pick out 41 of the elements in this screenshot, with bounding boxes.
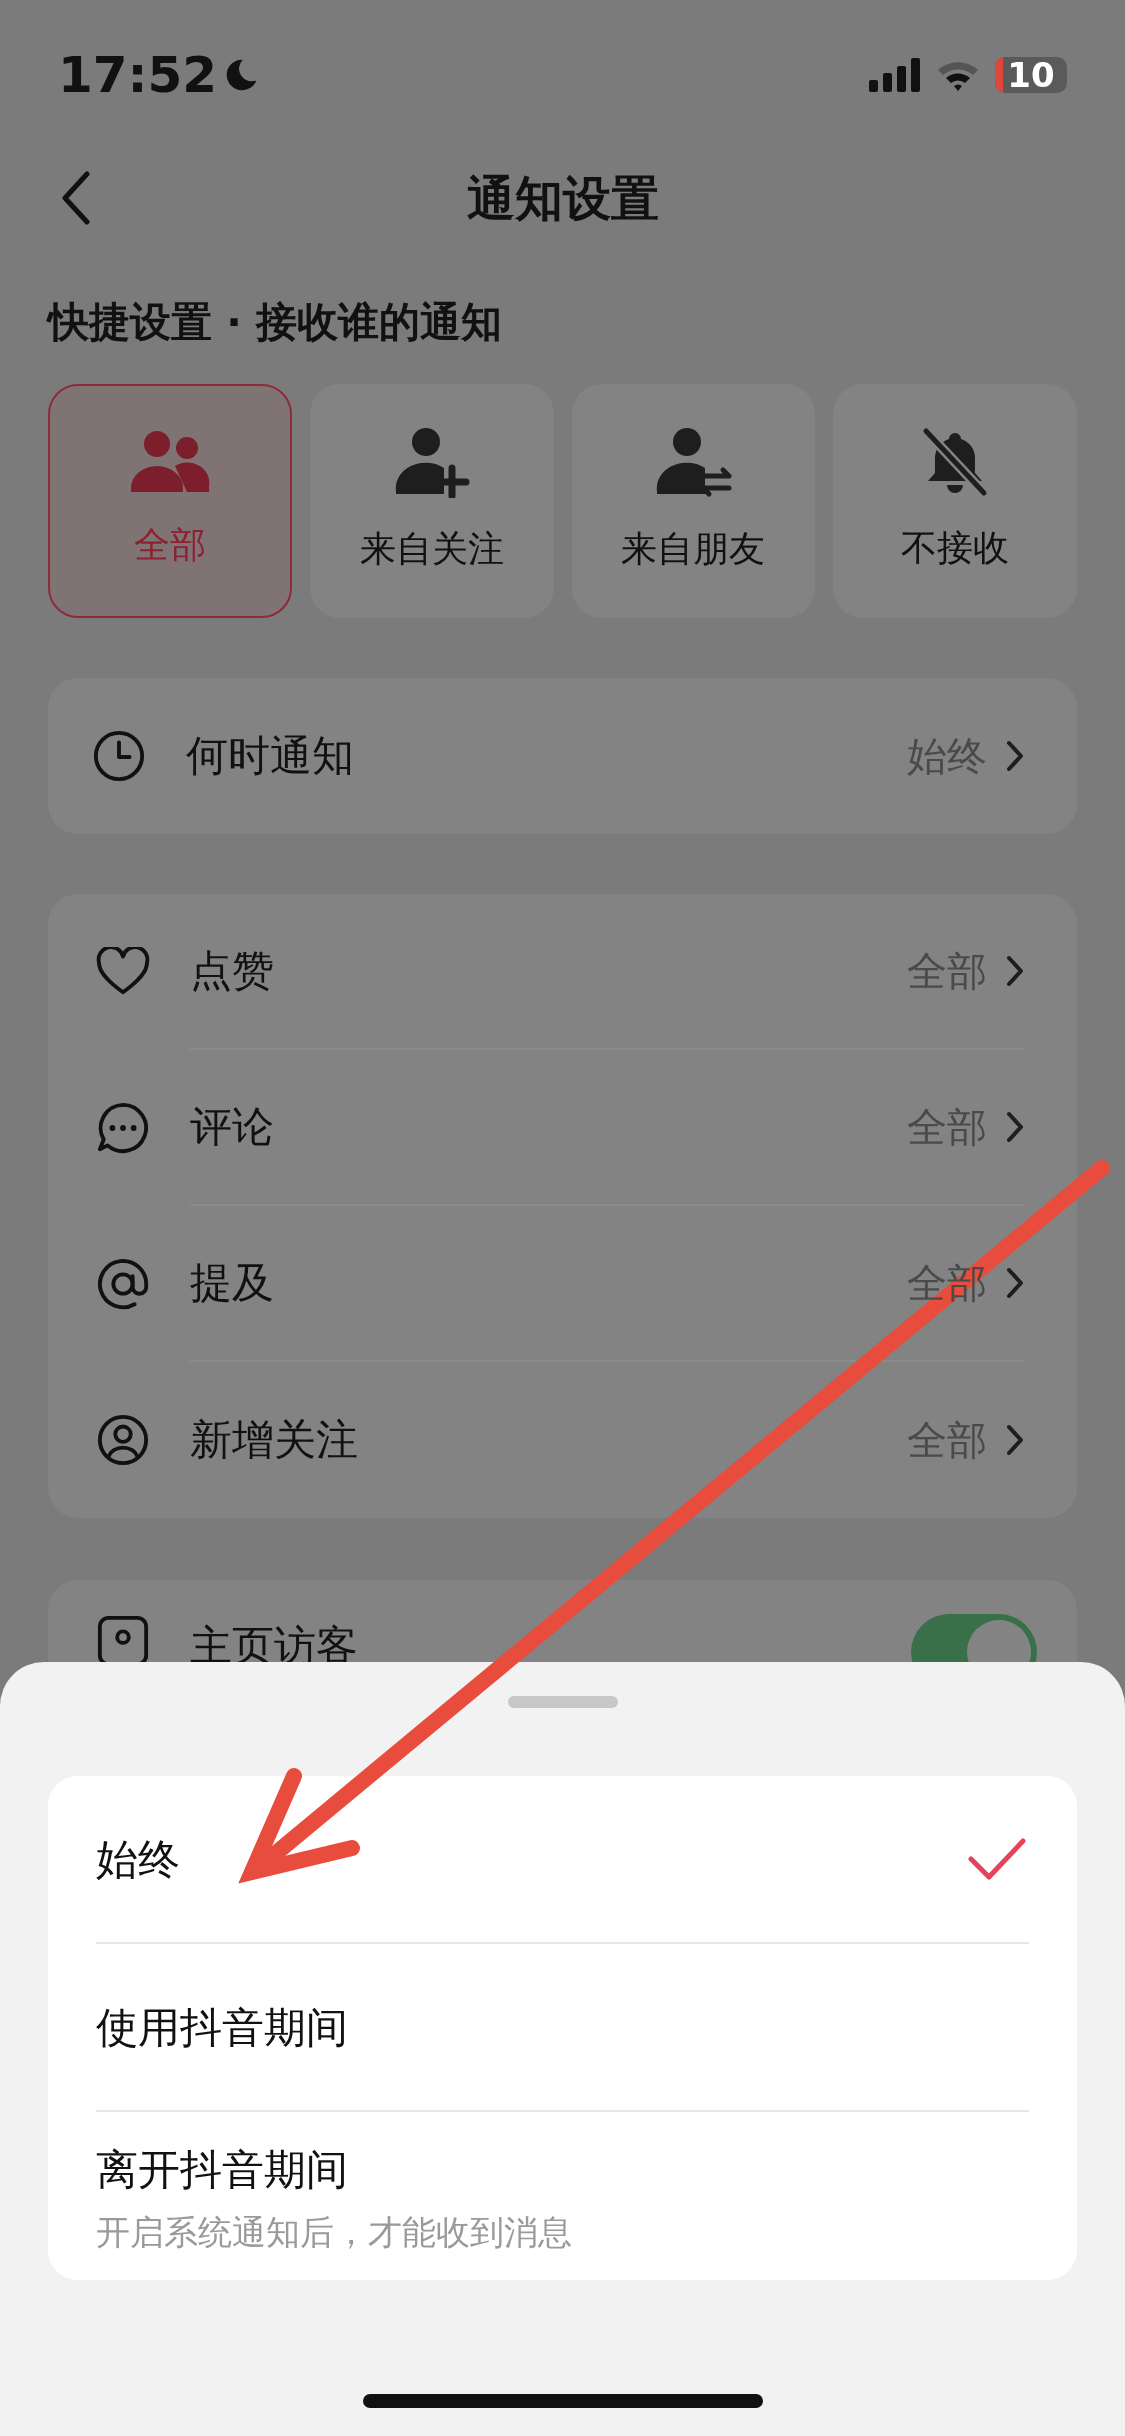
option-row[interactable]: 离开抖音期间 开启系统通知后，才能收到消息	[48, 2112, 1077, 2280]
row-label: 新增关注	[190, 1414, 359, 1466]
battery-indicator: 10	[995, 57, 1067, 93]
option-label: 始终	[96, 1833, 181, 1886]
row-value: 始终	[907, 731, 987, 781]
chevron-right-icon	[1005, 953, 1025, 988]
signal-icon	[869, 58, 921, 92]
people-icon	[128, 429, 211, 494]
option-label: 离开抖音期间	[96, 2144, 349, 2196]
settings-row[interactable]: 评论 全部	[48, 1049, 1077, 1206]
option-hint: 开启系统通知后，才能收到消息	[96, 2211, 573, 2254]
row-label: 点赞	[190, 945, 275, 997]
chevron-right-icon	[1005, 1109, 1025, 1144]
audience-option[interactable]: 来自关注	[309, 383, 554, 618]
check-icon	[967, 1837, 1027, 1881]
heart-icon	[96, 946, 150, 997]
settings-row[interactable]: 何时通知 始终	[48, 677, 1077, 834]
user-circle-icon	[96, 1412, 150, 1467]
chevron-right-icon	[1005, 738, 1025, 773]
status-time: 17:52	[58, 44, 218, 106]
section-heading: 快捷设置 · 接收谁的通知	[48, 297, 504, 348]
row-value: 全部	[907, 1415, 987, 1465]
row-value: 全部	[907, 1102, 987, 1152]
clock-icon	[92, 728, 146, 783]
chevron-right-icon	[1005, 1422, 1025, 1457]
audience-option[interactable]: 不接收	[833, 383, 1077, 618]
settings-row[interactable]: 点赞 全部	[48, 893, 1077, 1050]
page-title: 通知设置	[466, 169, 659, 228]
at-sign-icon	[96, 1256, 150, 1311]
row-value: 全部	[907, 946, 987, 996]
row-label: 何时通知	[186, 730, 355, 782]
option-label: 使用抖音期间	[96, 2001, 349, 2054]
row-label: 评论	[190, 1101, 275, 1153]
row-label: 提及	[190, 1257, 275, 1309]
settings-row[interactable]: 新增关注 全部	[48, 1361, 1077, 1518]
option-row[interactable]: 始终	[48, 1776, 1077, 1944]
speech-bubble-icon	[96, 1100, 150, 1155]
audience-option[interactable]: 来自朋友	[571, 383, 816, 618]
option-row[interactable]: 使用抖音期间	[48, 1944, 1077, 2112]
sheet-handle[interactable]	[507, 1696, 618, 1708]
chevron-right-icon	[1005, 1265, 1025, 1300]
